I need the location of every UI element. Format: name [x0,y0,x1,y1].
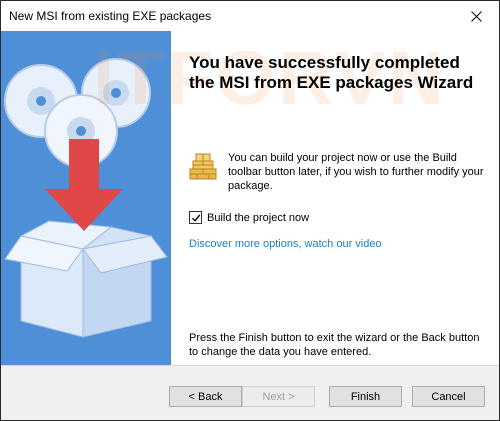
close-button[interactable] [453,1,499,31]
wizard-side-banner [1,31,171,365]
box-icon [4,220,168,338]
finish-button[interactable]: Finish [329,386,402,407]
checkbox-box[interactable] [189,211,202,224]
discover-options-link[interactable]: Discover more options, watch our video [189,238,382,250]
button-bar: < Back Next > Finish Cancel [1,366,499,420]
build-bricks-icon [189,153,217,180]
page-title: You have successfully completed the MSI … [189,53,474,92]
title-bar: New MSI from existing EXE packages [1,1,499,31]
window-title: New MSI from existing EXE packages [9,9,212,23]
back-button[interactable]: < Back [169,386,242,407]
build-info-text: You can build your project now or use th… [228,152,484,192]
cancel-button[interactable]: Cancel [412,386,485,407]
package-illustration [4,58,168,338]
next-button[interactable]: Next > [242,386,315,407]
build-project-checkbox[interactable]: Build the project now [189,211,309,224]
build-project-label: Build the project now [207,211,310,224]
wizard-window: New MSI from existing EXE packages ITFOR… [0,0,500,421]
close-icon [470,10,482,22]
finish-instructions: Press the Finish button to exit the wiza… [189,332,480,358]
checkmark-icon [191,214,200,222]
